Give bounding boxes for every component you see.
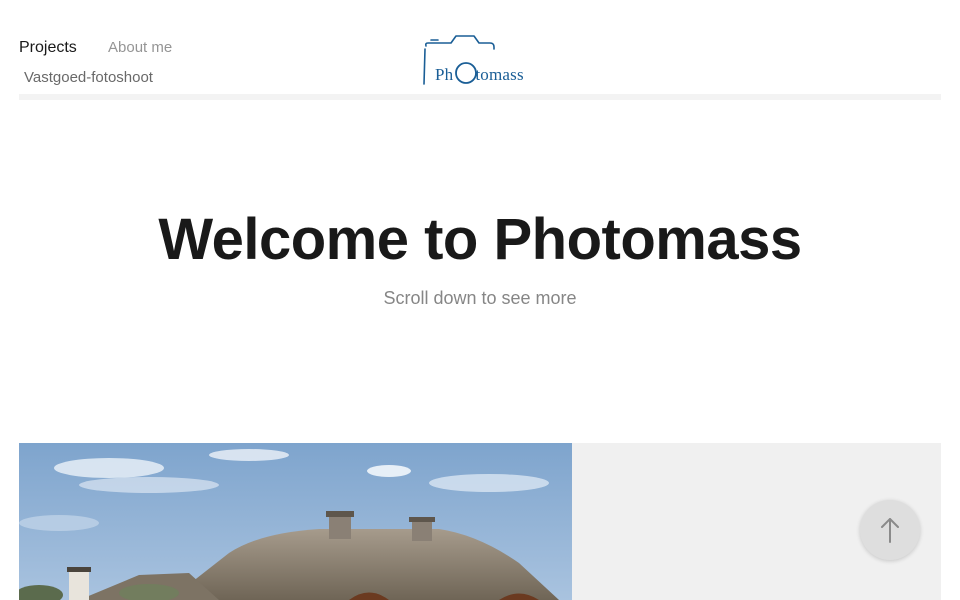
nav-projects-link[interactable]: Projects: [19, 39, 77, 57]
photomass-logo[interactable]: Ph tomass: [420, 32, 540, 88]
project-photo-house[interactable]: [19, 443, 572, 600]
arrow-up-icon: [881, 518, 899, 543]
nav-vastgoed-link[interactable]: Vastgoed-fotoshoot: [24, 69, 153, 86]
logo-wordmark: Ph tomass: [435, 65, 524, 85]
nav-divider: [19, 94, 941, 100]
house-photo: [19, 443, 572, 600]
hero-title: Welcome to Photomass: [158, 207, 802, 272]
hero-subtitle: Scroll down to see more: [383, 288, 577, 308]
scroll-to-top-button[interactable]: [860, 500, 920, 560]
nav-about-link[interactable]: About me: [108, 39, 172, 56]
logo-text-right: tomass: [475, 65, 524, 84]
logo-text-left: Ph: [435, 65, 454, 84]
